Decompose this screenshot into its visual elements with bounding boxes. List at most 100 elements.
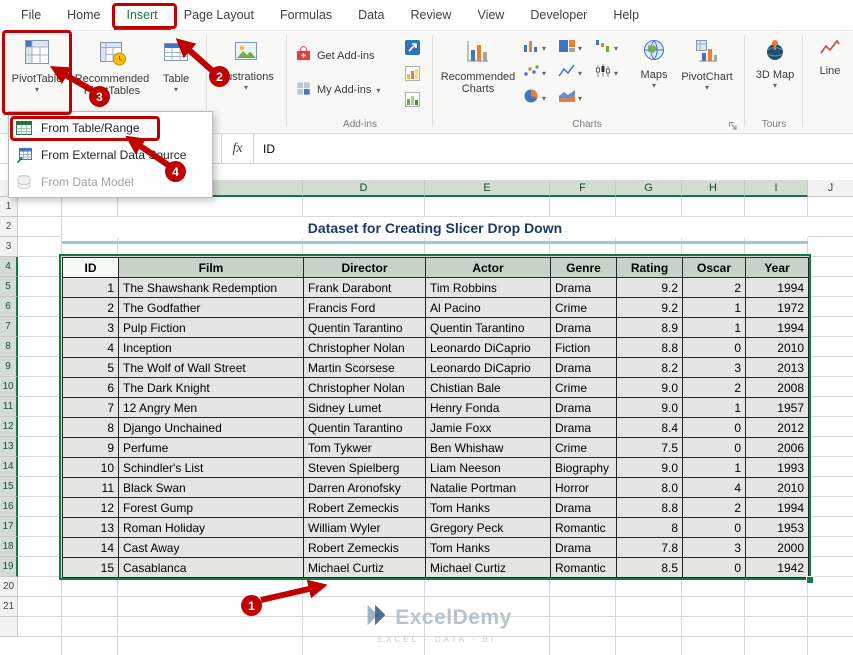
table-cell[interactable]: Forest Gump <box>119 498 304 518</box>
table-cell[interactable]: 3 <box>683 538 746 558</box>
my-addins-button[interactable]: My Add-ins ▾ <box>295 79 380 101</box>
row-header-15[interactable]: 15 <box>0 477 18 497</box>
table-cell[interactable]: Michael Curtiz <box>426 558 551 578</box>
column-header-E[interactable]: E <box>425 180 550 197</box>
table-cell[interactable]: Cast Away <box>119 538 304 558</box>
table-cell[interactable]: Perfume <box>119 438 304 458</box>
table-cell[interactable]: 8.9 <box>617 318 683 338</box>
table-cell[interactable]: 7.8 <box>617 538 683 558</box>
table-cell[interactable]: Romantic <box>551 558 617 578</box>
table-cell[interactable]: Chistian Bale <box>426 378 551 398</box>
tab-page-layout[interactable]: Page Layout <box>171 0 267 30</box>
table-cell[interactable]: Biography <box>551 458 617 478</box>
table-cell[interactable]: 2 <box>63 298 119 318</box>
table-cell[interactable]: The Dark Knight <box>119 378 304 398</box>
table-cell[interactable]: Drama <box>551 278 617 298</box>
table-header-year[interactable]: Year <box>746 258 809 278</box>
table-cell[interactable]: Sidney Lumet <box>304 398 426 418</box>
tab-home[interactable]: Home <box>54 0 113 30</box>
line-chart-button[interactable]: ▾ <box>558 62 582 84</box>
table-cell[interactable]: Roman Holiday <box>119 518 304 538</box>
table-cell[interactable]: 1 <box>63 278 119 298</box>
table-cell[interactable]: 0 <box>683 558 746 578</box>
table-cell[interactable]: 1957 <box>746 398 809 418</box>
table-cell[interactable]: Drama <box>551 498 617 518</box>
table-cell[interactable]: Al Pacino <box>426 298 551 318</box>
table-cell[interactable]: Liam Neeson <box>426 458 551 478</box>
table-header-director[interactable]: Director <box>304 258 426 278</box>
table-cell[interactable]: 14 <box>63 538 119 558</box>
table-cell[interactable]: 2 <box>683 498 746 518</box>
table-cell[interactable]: 4 <box>63 338 119 358</box>
table-cell[interactable]: 9.0 <box>617 378 683 398</box>
column-header-F[interactable]: F <box>550 180 616 197</box>
table-cell[interactable]: 1994 <box>746 498 809 518</box>
table-cell[interactable]: 1 <box>683 318 746 338</box>
column-header-H[interactable]: H <box>682 180 745 197</box>
table-cell[interactable]: Crime <box>551 378 617 398</box>
column-header-J[interactable]: J <box>808 180 853 197</box>
row-header-8[interactable]: 8 <box>0 337 18 357</box>
row-header-6[interactable]: 6 <box>0 297 18 317</box>
table-cell[interactable]: 0 <box>683 518 746 538</box>
row-header-4[interactable]: 4 <box>0 257 18 277</box>
table-cell[interactable]: 2000 <box>746 538 809 558</box>
table-cell[interactable]: Fiction <box>551 338 617 358</box>
scatter-chart-button[interactable]: ▾ <box>522 62 546 84</box>
row-header-18[interactable]: 18 <box>0 537 18 557</box>
row-header-10[interactable]: 10 <box>0 377 18 397</box>
table-cell[interactable]: 12 Angry Men <box>119 398 304 418</box>
table-cell[interactable]: Darren Aronofsky <box>304 478 426 498</box>
table-header-oscar[interactable]: Oscar <box>683 258 746 278</box>
table-cell[interactable]: William Wyler <box>304 518 426 538</box>
table-cell[interactable]: Christopher Nolan <box>304 378 426 398</box>
addin-shortcut-button[interactable] <box>404 65 421 87</box>
hierarchy-chart-button[interactable]: ▾ <box>558 37 582 59</box>
table-cell[interactable]: Tom Hanks <box>426 498 551 518</box>
table-cell[interactable]: Crime <box>551 298 617 318</box>
row-header-3[interactable]: 3 <box>0 237 18 257</box>
tab-review[interactable]: Review <box>397 0 464 30</box>
table-cell[interactable]: 8 <box>617 518 683 538</box>
table-cell[interactable]: 0 <box>683 418 746 438</box>
table-header-film[interactable]: Film <box>119 258 304 278</box>
table-cell[interactable]: Drama <box>551 538 617 558</box>
recommended-charts-button[interactable]: Recommended Charts <box>440 34 516 126</box>
table-cell[interactable]: The Shawshank Redemption <box>119 278 304 298</box>
column-chart-button[interactable]: ▾ <box>522 37 546 59</box>
table-cell[interactable]: 8.0 <box>617 478 683 498</box>
table-cell[interactable]: Leonardo DiCaprio <box>426 358 551 378</box>
table-cell[interactable]: 6 <box>63 378 119 398</box>
get-addins-button[interactable]: Get Add-ins <box>295 45 374 67</box>
table-cell[interactable]: 1942 <box>746 558 809 578</box>
column-header-D[interactable]: D <box>303 180 425 197</box>
row-header-17[interactable]: 17 <box>0 517 18 537</box>
menu-item-from-table-range[interactable]: From Table/Range <box>9 114 212 141</box>
row-header-21[interactable]: 21 <box>0 597 18 617</box>
stock-chart-button[interactable]: ▾ <box>594 62 618 84</box>
row-header-14[interactable]: 14 <box>0 457 18 477</box>
table-cell[interactable]: Natalie Portman <box>426 478 551 498</box>
addin-shortcut-button[interactable] <box>404 39 421 61</box>
table-cell[interactable]: 2012 <box>746 418 809 438</box>
table-cell[interactable]: 8.4 <box>617 418 683 438</box>
table-cell[interactable]: 1994 <box>746 318 809 338</box>
table-cell[interactable]: 9.2 <box>617 298 683 318</box>
table-cell[interactable]: Drama <box>551 418 617 438</box>
table-cell[interactable]: Francis Ford <box>304 298 426 318</box>
tab-insert[interactable]: Insert <box>114 0 171 30</box>
table-cell[interactable]: 1972 <box>746 298 809 318</box>
table-cell[interactable]: 7 <box>63 398 119 418</box>
table-cell[interactable]: 1953 <box>746 518 809 538</box>
table-cell[interactable]: 5 <box>63 358 119 378</box>
row-header-11[interactable]: 11 <box>0 397 18 417</box>
row-header-13[interactable]: 13 <box>0 437 18 457</box>
table-cell[interactable]: 2008 <box>746 378 809 398</box>
table-cell[interactable]: 8.5 <box>617 558 683 578</box>
tab-view[interactable]: View <box>464 0 517 30</box>
table-cell[interactable]: Pulp Fiction <box>119 318 304 338</box>
table-cell[interactable]: Inception <box>119 338 304 358</box>
table-cell[interactable]: 2006 <box>746 438 809 458</box>
table-cell[interactable]: 8 <box>63 418 119 438</box>
table-cell[interactable]: 1 <box>683 398 746 418</box>
